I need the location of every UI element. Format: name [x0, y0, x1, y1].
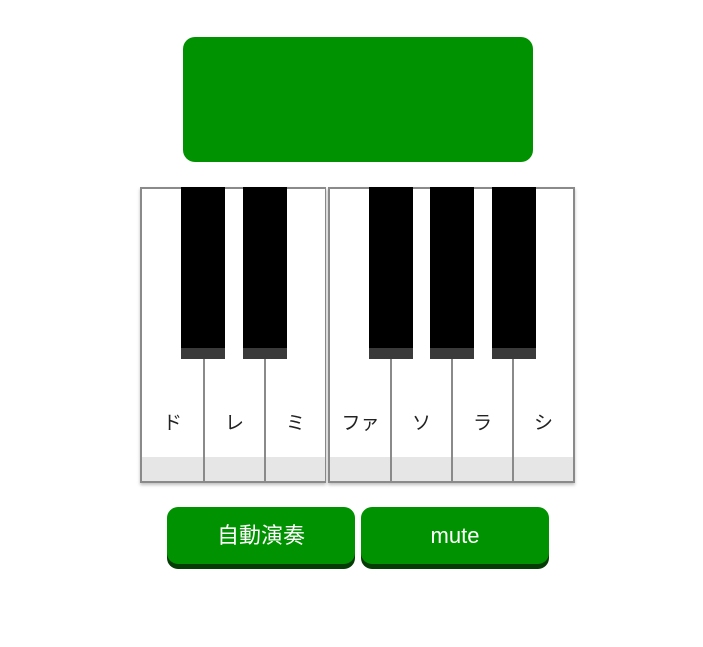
keyboard-group-left: ド レ ミ: [140, 187, 326, 483]
black-key-so-sharp[interactable]: [430, 187, 474, 359]
key-footer: [205, 457, 264, 481]
black-key-fa-sharp[interactable]: [369, 187, 413, 359]
auto-play-button[interactable]: 自動演奏: [167, 507, 355, 564]
white-key-label: ド: [162, 412, 182, 434]
white-key-label: ソ: [411, 412, 431, 434]
white-key-label: ファ: [341, 412, 380, 434]
white-key-label: ラ: [472, 412, 492, 434]
white-key-label: レ: [224, 412, 244, 434]
key-footer: [142, 457, 203, 481]
piano-app: ド レ ミ ファ ソ ラ シ 自動演奏 mute: [0, 0, 703, 647]
white-key-label: ミ: [285, 412, 305, 434]
keyboard-group-right: ファ ソ ラ シ: [328, 187, 575, 483]
key-footer: [266, 457, 325, 481]
black-key-re-sharp[interactable]: [243, 187, 287, 359]
black-key-ra-sharp[interactable]: [492, 187, 536, 359]
white-key-label: シ: [533, 412, 553, 434]
mute-button[interactable]: mute: [361, 507, 549, 564]
key-footer: [330, 457, 391, 481]
black-key-do-sharp[interactable]: [181, 187, 225, 359]
note-display-panel: [183, 37, 533, 162]
key-footer: [392, 457, 451, 481]
key-footer: [453, 457, 512, 481]
key-footer: [514, 457, 573, 481]
